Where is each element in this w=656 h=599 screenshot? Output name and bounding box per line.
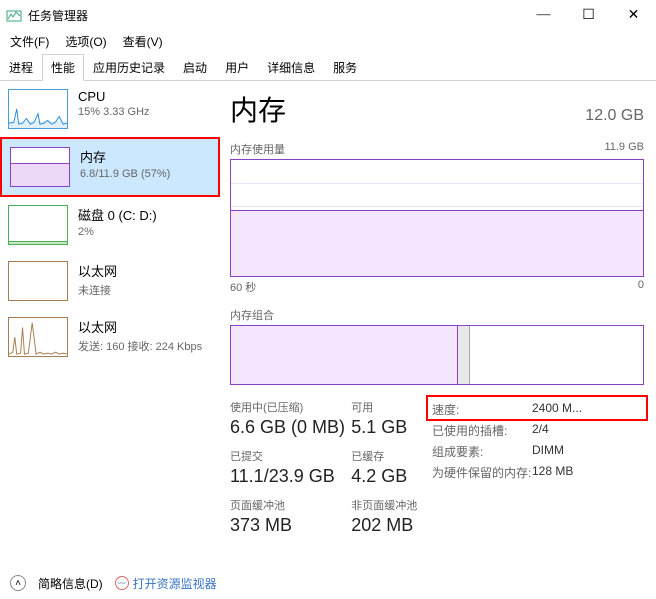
tab-performance[interactable]: 性能 <box>42 54 84 81</box>
form-label: 组成要素: <box>432 443 532 460</box>
menu-file[interactable]: 文件(F) <box>4 31 55 52</box>
page-title: 内存 <box>230 89 286 129</box>
slots-value: 2/4 <box>532 422 549 439</box>
tab-app-history[interactable]: 应用历史记录 <box>84 54 174 81</box>
sidebar-item-ethernet-2[interactable]: 以太网 发送: 160 接收: 224 Kbps <box>0 309 220 365</box>
usage-chart-max: 11.9 GB <box>604 141 644 157</box>
chart-time-end: 0 <box>638 279 644 295</box>
ethernet1-thumb-chart <box>8 261 68 301</box>
memory-details: 速度: 2400 M... 已使用的插槽: 2/4 组成要素: DIMM 为硬件… <box>432 399 644 546</box>
maximize-button[interactable]: ☐ <box>566 0 611 30</box>
in-use-value: 6.6 GB (0 MB) <box>230 417 351 438</box>
tab-bar: 进程 性能 应用历史记录 启动 用户 详细信息 服务 <box>0 54 656 81</box>
available-value: 5.1 GB <box>351 417 432 438</box>
footer-bar: ˄ 简略信息(D) 〰 打开资源监视器 <box>0 567 656 599</box>
chart-time-start: 60 秒 <box>230 279 256 295</box>
slots-label: 已使用的插槽: <box>432 422 532 439</box>
tab-details[interactable]: 详细信息 <box>258 54 324 81</box>
minimize-button[interactable]: — <box>521 0 566 30</box>
sidebar-cpu-name: CPU <box>78 89 150 104</box>
available-label: 可用 <box>351 399 432 415</box>
sidebar-eth2-detail: 发送: 160 接收: 224 Kbps <box>78 338 202 354</box>
cached-value: 4.2 GB <box>351 466 432 487</box>
resource-monitor-icon: 〰 <box>115 576 129 590</box>
committed-label: 已提交 <box>230 448 351 464</box>
sidebar-memory-detail: 6.8/11.9 GB (57%) <box>80 168 170 180</box>
paged-label: 页面缓冲池 <box>230 497 351 513</box>
tab-startup[interactable]: 启动 <box>174 54 216 81</box>
sidebar-disk-name: 磁盘 0 (C: D:) <box>78 205 157 224</box>
sidebar-item-disk[interactable]: 磁盘 0 (C: D:) 2% <box>0 197 220 253</box>
sidebar-cpu-detail: 15% 3.33 GHz <box>78 106 150 118</box>
memory-usage-chart[interactable] <box>230 159 644 277</box>
sidebar-memory-name: 内存 <box>80 147 170 166</box>
memory-total: 12.0 GB <box>585 107 644 125</box>
sidebar-disk-detail: 2% <box>78 226 157 238</box>
in-use-label: 使用中(已压缩) <box>230 399 351 415</box>
app-icon <box>6 8 22 22</box>
ethernet2-thumb-chart <box>8 317 68 357</box>
menu-view[interactable]: 查看(V) <box>117 31 169 52</box>
sidebar-eth2-name: 以太网 <box>78 317 202 336</box>
performance-sidebar: CPU 15% 3.33 GHz 内存 6.8/11.9 GB (57%) 磁盘… <box>0 81 220 570</box>
title-bar: 任务管理器 — ☐ ✕ <box>0 0 656 30</box>
window-title: 任务管理器 <box>28 7 88 24</box>
speed-value: 2400 M... <box>532 401 582 418</box>
nonpaged-value: 202 MB <box>351 515 432 536</box>
nonpaged-label: 非页面缓冲池 <box>351 497 432 513</box>
reserved-label: 为硬件保留的内存: <box>432 464 532 481</box>
sidebar-eth1-name: 以太网 <box>78 261 117 280</box>
close-button[interactable]: ✕ <box>611 0 656 30</box>
memory-stats-left: 使用中(已压缩) 6.6 GB (0 MB) 可用 5.1 GB 已提交 11.… <box>230 399 432 546</box>
sidebar-item-cpu[interactable]: CPU 15% 3.33 GHz <box>0 81 220 137</box>
resource-monitor-link[interactable]: 〰 打开资源监视器 <box>115 575 217 592</box>
cached-label: 已缓存 <box>351 448 432 464</box>
main-panel: 内存 12.0 GB 内存使用量 11.9 GB 60 秒 0 内存组合 <box>220 81 656 570</box>
chevron-up-icon[interactable]: ˄ <box>10 575 26 591</box>
sidebar-eth1-detail: 未连接 <box>78 282 117 298</box>
highlight-memory-sidebar: 内存 6.8/11.9 GB (57%) <box>0 137 220 197</box>
disk-thumb-chart <box>8 205 68 245</box>
speed-label: 速度: <box>432 401 532 418</box>
menu-options[interactable]: 选项(O) <box>59 31 112 52</box>
tab-services[interactable]: 服务 <box>324 54 366 81</box>
tab-users[interactable]: 用户 <box>216 54 258 81</box>
resource-monitor-label: 打开资源监视器 <box>133 575 217 592</box>
paged-value: 373 MB <box>230 515 351 536</box>
memory-thumb-chart <box>10 147 70 187</box>
memory-composition-chart[interactable] <box>230 325 644 385</box>
window-controls: — ☐ ✕ <box>521 0 656 30</box>
form-value: DIMM <box>532 443 564 460</box>
fewer-details-link[interactable]: 简略信息(D) <box>38 575 103 592</box>
reserved-value: 128 MB <box>532 464 573 481</box>
usage-chart-label: 内存使用量 <box>230 141 285 157</box>
sidebar-item-memory[interactable]: 内存 6.8/11.9 GB (57%) <box>2 139 218 195</box>
menu-bar: 文件(F) 选项(O) 查看(V) <box>0 30 656 52</box>
composition-chart-label: 内存组合 <box>230 307 274 323</box>
cpu-thumb-chart <box>8 89 68 129</box>
committed-value: 11.1/23.9 GB <box>230 466 351 487</box>
tab-processes[interactable]: 进程 <box>0 54 42 81</box>
sidebar-item-ethernet-1[interactable]: 以太网 未连接 <box>0 253 220 309</box>
